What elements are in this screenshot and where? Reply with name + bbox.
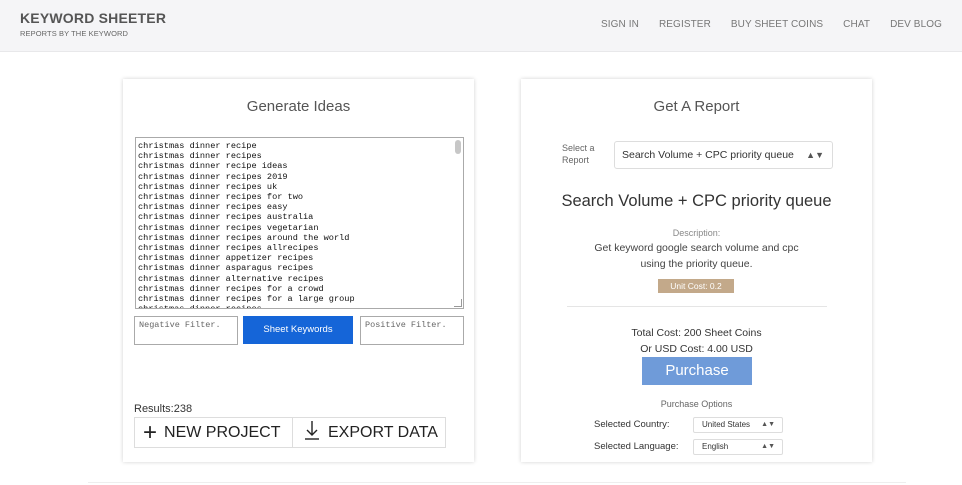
nav-chat[interactable]: CHAT [843,19,870,30]
keyword-line: christmas dinner recipes 2019 [138,171,288,182]
new-project-label: NEW PROJECT [164,423,281,441]
report-select-value: Search Volume + CPC priority queue [622,149,794,161]
keyword-line: christmas dinner alternative recipes [138,273,324,284]
get-report-card: Get A Report Select a Report Search Volu… [521,79,872,462]
get-report-title: Get A Report [653,98,740,115]
keyword-line: christmas dinner recipes around the worl… [138,232,350,243]
export-data-button[interactable]: EXPORT DATA [293,418,438,447]
positive-filter-input[interactable]: Positive Filter. [360,316,464,345]
total-cost: Total Cost: 200 Sheet Coins [631,327,762,339]
footer-divider [88,482,906,483]
usd-cost: Or USD Cost: 4.00 USD [640,343,753,355]
report-description: Get keyword google search volume and cpc… [594,242,799,270]
country-select[interactable]: United States ▲▼ [693,417,783,433]
scrollbar[interactable] [454,140,461,295]
nav-sign-in[interactable]: SIGN IN [601,19,639,30]
nav-menu: SIGN IN REGISTER BUY SHEET COINS CHAT DE… [601,19,942,30]
language-select-value: English [702,442,729,451]
keyword-line: christmas dinner recipes for a crowd [138,283,324,294]
keywords-textarea[interactable]: christmas dinner recipe christmas dinner … [135,137,464,309]
sheet-keywords-button[interactable]: Sheet Keywords [243,316,353,344]
brand-title[interactable]: KEYWORD SHEETER [20,10,166,26]
language-select[interactable]: English ▲▼ [693,439,783,455]
action-button-group: + NEW PROJECT EXPORT DATA [134,417,446,448]
keyword-line: christmas dinner recipe ideas [138,161,288,172]
resize-handle[interactable] [454,299,462,307]
keyword-line: christmas dinner recipe [138,141,257,151]
updown-arrow-icon: ▲▼ [761,443,775,450]
keyword-line: christmas dinner recipes uk [138,181,278,192]
generate-ideas-card: Generate Ideas christmas dinner recipe ch… [123,79,474,462]
download-icon [303,419,321,446]
select-report-label: Select a Report [562,143,595,165]
keyword-line: christmas dinner recipes [138,151,262,162]
brand[interactable]: KEYWORD SHEETER REPORTS BY THE KEYWORD [20,10,166,38]
export-data-label: EXPORT DATA [328,423,438,441]
country-label: Selected Country: [594,419,670,430]
keyword-line: christmas dinner asparagus recipes [138,263,314,274]
purchase-button[interactable]: Purchase [642,357,752,385]
keyword-line: christmas dinner recipes for a large gro… [138,294,355,305]
report-heading: Search Volume + CPC priority queue [561,192,832,210]
report-select[interactable]: Search Volume + CPC priority queue ▲▼ [614,141,833,169]
brand-subtitle: REPORTS BY THE KEYWORD [20,29,129,38]
keyword-line: christmas dinner recipes [138,304,451,308]
scrollbar-thumb[interactable] [455,140,461,154]
generate-ideas-title: Generate Ideas [246,98,351,115]
description-label: Description: [672,228,721,238]
negative-filter-input[interactable]: Negative Filter. [134,316,238,345]
plus-icon: + [143,418,158,446]
nav-register[interactable]: REGISTER [659,19,711,30]
keyword-line: christmas dinner appetizer recipes [138,253,314,264]
results-count: Results:238 [134,403,193,415]
keyword-line: christmas dinner recipes allrecipes [138,243,319,254]
new-project-button[interactable]: + NEW PROJECT [135,418,293,447]
language-label: Selected Language: [594,441,679,452]
purchase-options-label: Purchase Options [660,399,733,409]
keyword-list: christmas dinner recipe christmas dinner … [138,141,451,308]
nav-buy-sheet-coins[interactable]: BUY SHEET COINS [731,19,823,30]
unit-cost-badge: Unit Cost: 0.2 [658,279,734,293]
keyword-line: christmas dinner recipes australia [138,212,314,223]
country-select-value: United States [702,420,751,429]
keyword-line: christmas dinner recipes easy [138,202,288,213]
top-navbar: KEYWORD SHEETER REPORTS BY THE KEYWORD S… [0,0,962,52]
updown-arrow-icon: ▲▼ [806,150,824,160]
keyword-line: christmas dinner recipes for two [138,192,304,203]
divider [567,306,827,307]
keyword-line: christmas dinner recipes vegetarian [138,222,319,233]
updown-arrow-icon: ▲▼ [761,421,775,428]
nav-dev-blog[interactable]: DEV BLOG [890,19,942,30]
